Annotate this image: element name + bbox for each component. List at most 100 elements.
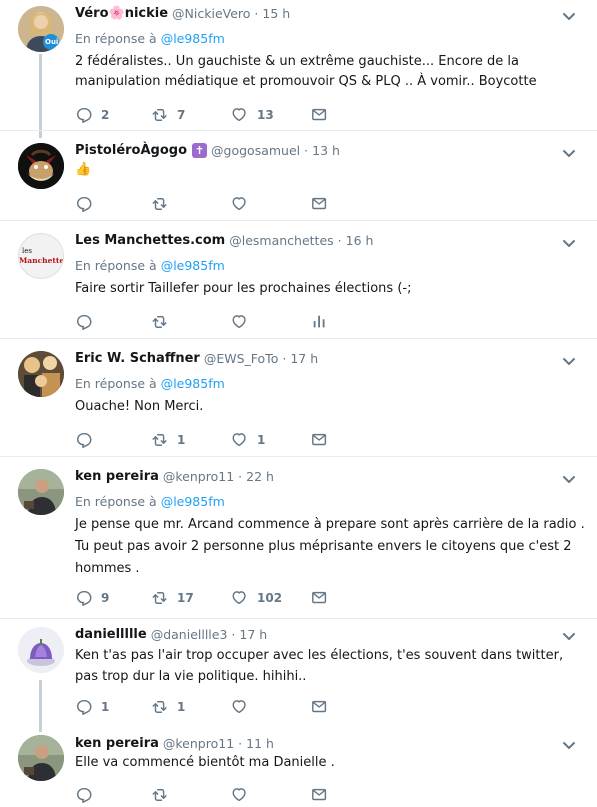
timestamp[interactable]: 16 h	[346, 233, 374, 248]
mail-icon	[312, 788, 327, 801]
avatar[interactable]	[18, 143, 64, 189]
tweet[interactable]: les Manchettes Les Manchettes.com @lesma…	[0, 221, 597, 339]
direct-message-button[interactable]	[311, 588, 341, 608]
like-count: 13	[257, 108, 274, 122]
retweet-button[interactable]: 1	[151, 697, 231, 717]
timestamp[interactable]: 13 h	[312, 143, 340, 158]
retweet-button[interactable]	[151, 312, 231, 332]
reply-button[interactable]	[75, 430, 151, 450]
avatar[interactable]: les Manchettes	[18, 233, 64, 279]
chevron-down-icon[interactable]	[561, 471, 577, 487]
tweet[interactable]: Eric W. Schaffner @EWS_FoTo · 17 h En ré…	[0, 339, 597, 457]
author-handle[interactable]: @gogosamuel	[211, 143, 300, 158]
author-name[interactable]: daniellllle	[75, 627, 147, 642]
reply-button[interactable]: 9	[75, 588, 151, 608]
author-handle[interactable]: @kenpro11	[163, 736, 234, 751]
author-handle[interactable]: @lesmanchettes	[229, 233, 333, 248]
reply-button[interactable]	[75, 312, 151, 332]
timestamp[interactable]: 11 h	[246, 736, 274, 751]
like-button[interactable]	[231, 194, 311, 214]
direct-message-button[interactable]	[311, 697, 341, 717]
tweet-actions: 9 17 102	[75, 588, 341, 608]
tweet[interactable]: ken pereira @kenpro11 · 22 h En réponse …	[0, 457, 597, 619]
author-handle[interactable]: @danielllle3	[151, 627, 228, 642]
reply-context: En réponse à @le985fm	[75, 494, 225, 509]
tweet[interactable]: ken pereira @kenpro11 · 11 h Elle va com…	[0, 731, 597, 807]
heart-icon	[232, 788, 246, 802]
cross-badge-icon: ✝	[192, 142, 208, 158]
avatar-badge-label: Oui	[45, 38, 59, 46]
retweet-button[interactable]	[151, 194, 231, 214]
chevron-down-icon[interactable]	[561, 737, 577, 753]
chevron-down-icon[interactable]	[561, 145, 577, 161]
direct-message-button[interactable]	[311, 194, 341, 214]
direct-message-button[interactable]	[311, 105, 341, 125]
reply-mention-link[interactable]: @le985fm	[161, 376, 225, 391]
tweet-text: Elle va commencé bientôt ma Danielle .	[75, 755, 335, 770]
mail-icon	[312, 197, 327, 210]
separator-dot: ·	[231, 626, 236, 642]
chevron-down-icon[interactable]	[561, 235, 577, 251]
reply-icon	[76, 787, 92, 803]
like-button[interactable]	[231, 312, 311, 332]
reply-button[interactable]	[75, 194, 151, 214]
timestamp[interactable]: 17 h	[290, 351, 318, 366]
retweet-button[interactable]: 17	[151, 588, 231, 608]
heart-icon	[232, 108, 246, 122]
tweet-actions: 1 1	[75, 697, 341, 717]
retweet-icon	[152, 789, 167, 801]
reply-mention-link[interactable]: @le985fm	[161, 31, 225, 46]
reply-mention-link[interactable]: @le985fm	[161, 258, 225, 273]
reply-button[interactable]: 2	[75, 105, 151, 125]
reply-mention-link[interactable]: @le985fm	[161, 494, 225, 509]
timestamp[interactable]: 22 h	[246, 469, 274, 484]
retweet-button[interactable]	[151, 785, 231, 805]
author-handle[interactable]: @kenpro11	[163, 469, 234, 484]
separator-dot: ·	[337, 232, 342, 248]
tweet[interactable]: daniellllle @danielllle3 · 17 h Ken t'as…	[0, 619, 597, 731]
like-count: 1	[257, 433, 266, 447]
avatar[interactable]	[18, 351, 64, 397]
separator-dot: ·	[254, 5, 259, 21]
avatar[interactable]	[18, 469, 64, 515]
like-button[interactable]	[231, 697, 311, 717]
mail-icon	[312, 591, 327, 604]
author-handle[interactable]: @NickieVero	[172, 6, 250, 21]
retweet-icon	[152, 701, 167, 713]
author-name[interactable]: PistoléroÀgogo	[75, 143, 187, 158]
author-name[interactable]: Véro🌸nickie	[75, 6, 168, 21]
author-name[interactable]: ken pereira	[75, 469, 159, 484]
reply-icon	[76, 590, 92, 606]
tweet-actions	[75, 312, 341, 332]
tweet[interactable]: PistoléroÀgogo ✝ @gogosamuel · 13 h 👍	[0, 131, 597, 221]
analytics-button[interactable]	[311, 312, 341, 332]
author-name[interactable]: ken pereira	[75, 736, 159, 751]
heart-icon	[232, 197, 246, 211]
direct-message-button[interactable]	[311, 430, 341, 450]
avatar[interactable]	[18, 735, 64, 781]
chevron-down-icon[interactable]	[561, 628, 577, 644]
like-button[interactable]: 13	[231, 105, 311, 125]
chevron-down-icon[interactable]	[561, 353, 577, 369]
avatar[interactable]: Oui	[18, 6, 64, 52]
retweet-button[interactable]: 1	[151, 430, 231, 450]
reply-count: 1	[101, 700, 110, 714]
mail-icon	[312, 108, 327, 121]
reply-button[interactable]	[75, 785, 151, 805]
tweet-actions	[75, 194, 341, 214]
timestamp[interactable]: 17 h	[239, 627, 267, 642]
author-name[interactable]: Eric W. Schaffner	[75, 351, 200, 366]
avatar[interactable]	[18, 627, 64, 673]
chevron-down-icon[interactable]	[561, 8, 577, 24]
direct-message-button[interactable]	[311, 785, 341, 805]
reply-icon	[76, 432, 92, 448]
like-button[interactable]: 1	[231, 430, 311, 450]
tweet[interactable]: Oui Véro🌸nickie @NickieVero · 15 h En ré…	[0, 0, 597, 131]
like-button[interactable]: 102	[231, 588, 311, 608]
author-name[interactable]: Les Manchettes.com	[75, 233, 225, 248]
timestamp[interactable]: 15 h	[262, 6, 290, 21]
like-button[interactable]	[231, 785, 311, 805]
reply-button[interactable]: 1	[75, 697, 151, 717]
retweet-button[interactable]: 7	[151, 105, 231, 125]
author-handle[interactable]: @EWS_FoTo	[204, 351, 279, 366]
